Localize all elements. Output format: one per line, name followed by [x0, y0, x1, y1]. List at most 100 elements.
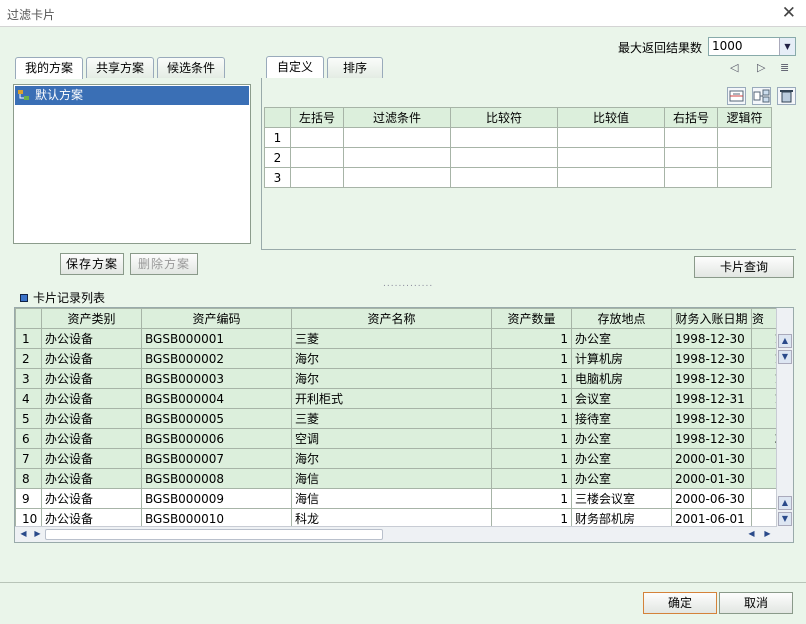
asset-category-cell[interactable]: 办公设备 [41, 388, 142, 409]
asset-quantity-cell[interactable]: 1 [491, 368, 572, 389]
tab-my-schemes[interactable]: 我的方案 [15, 57, 83, 79]
asset-code-cell[interactable]: BGSB000009 [141, 488, 292, 509]
entry-date-cell[interactable]: 2000-01-30 [671, 468, 752, 489]
condition-row[interactable]: 1 [264, 127, 772, 148]
asset-code-cell[interactable]: BGSB000006 [141, 428, 292, 449]
cell[interactable] [290, 127, 344, 148]
scroll-up-icon[interactable]: ▲ [778, 496, 792, 510]
column-header[interactable]: 资产数量 [491, 308, 572, 329]
column-header[interactable]: 资产名称 [291, 308, 492, 329]
records-grid[interactable]: 资产类别 资产编码 资产名称 资产数量 存放地点 财务入账日期 资 1 办公设备 B… [14, 307, 794, 543]
scroll-right-icon[interactable]: ▶ [761, 528, 774, 541]
condition-row[interactable]: 2 [264, 147, 772, 168]
column-header[interactable]: 比较值 [557, 107, 665, 128]
nav-prev-icon[interactable]: ◁ [730, 61, 738, 74]
asset-name-cell[interactable]: 海尔 [291, 368, 492, 389]
asset-code-cell[interactable]: BGSB000007 [141, 448, 292, 469]
cell[interactable] [450, 127, 558, 148]
scroll-up-icon[interactable]: ▲ [778, 334, 792, 348]
entry-date-cell[interactable]: 1998-12-30 [671, 368, 752, 389]
table-row[interactable]: 9 办公设备 BGSB000009 海信 1 三楼会议室 2000-06-30 [15, 488, 786, 509]
cell[interactable] [557, 147, 665, 168]
condition-row[interactable]: 3 [264, 167, 772, 188]
scroll-left-icon[interactable]: ◀ [17, 528, 30, 541]
column-header[interactable]: 存放地点 [571, 308, 672, 329]
entry-date-cell[interactable]: 2000-06-30 [671, 488, 752, 509]
close-icon[interactable]: ✕ [782, 3, 796, 23]
asset-name-cell[interactable]: 海信 [291, 488, 492, 509]
asset-code-cell[interactable]: BGSB000004 [141, 388, 292, 409]
cell[interactable] [664, 127, 718, 148]
scroll-left-icon[interactable]: ◀ [745, 528, 758, 541]
scheme-list[interactable]: 默认方案 [13, 84, 251, 244]
max-results-select[interactable]: 1000 ▼ [708, 37, 796, 56]
asset-name-cell[interactable]: 海尔 [291, 348, 492, 369]
entry-date-cell[interactable]: 1998-12-30 [671, 328, 752, 349]
nav-next-icon[interactable]: ▷ [757, 61, 765, 74]
location-cell[interactable]: 会议室 [571, 388, 672, 409]
asset-quantity-cell[interactable]: 1 [491, 348, 572, 369]
column-header[interactable]: 财务入账日期 [671, 308, 752, 329]
asset-category-cell[interactable]: 办公设备 [41, 488, 142, 509]
horizontal-scrollbar[interactable]: ◀ ▶ ◀ ▶ [15, 526, 777, 542]
asset-category-cell[interactable]: 办公设备 [41, 408, 142, 429]
vertical-scrollbar[interactable]: ▲ ▼ ▲ ▼ [776, 308, 793, 542]
table-row[interactable]: 4办公设备BGSB000004开利柜式1会议室1998-12-311 [15, 388, 786, 409]
tab-candidate-conditions[interactable]: 候选条件 [157, 57, 225, 78]
cell[interactable] [664, 167, 718, 188]
entry-date-cell[interactable]: 1998-12-30 [671, 348, 752, 369]
scroll-down-icon[interactable]: ▼ [778, 350, 792, 364]
records-table[interactable]: 资产类别 资产编码 资产名称 资产数量 存放地点 财务入账日期 资 1 办公设备 B… [15, 308, 786, 542]
asset-name-cell[interactable]: 海尔 [291, 448, 492, 469]
entry-date-cell[interactable]: 2000-01-30 [671, 448, 752, 469]
column-header[interactable]: 右括号 [664, 107, 718, 128]
asset-name-cell[interactable]: 海信 [291, 468, 492, 489]
asset-category-cell[interactable]: 办公设备 [41, 368, 142, 389]
asset-name-cell[interactable]: 三菱 [291, 408, 492, 429]
cell[interactable] [557, 127, 665, 148]
cell[interactable] [343, 167, 451, 188]
location-cell[interactable]: 办公室 [571, 448, 672, 469]
asset-category-cell[interactable]: 办公设备 [41, 348, 142, 369]
asset-quantity-cell[interactable]: 1 [491, 428, 572, 449]
asset-quantity-cell[interactable]: 1 [491, 328, 572, 349]
add-condition-icon[interactable] [752, 87, 771, 105]
cell[interactable] [717, 167, 772, 188]
asset-name-cell[interactable]: 空调 [291, 428, 492, 449]
cell[interactable] [290, 147, 344, 168]
cell[interactable] [343, 147, 451, 168]
column-header[interactable]: 左括号 [290, 107, 344, 128]
location-cell[interactable]: 办公室 [571, 328, 672, 349]
condition-table[interactable]: 左括号 过滤条件 比较符 比较值 右括号 逻辑符 1 2 3 [264, 107, 772, 188]
asset-category-cell[interactable]: 办公设备 [41, 428, 142, 449]
scroll-down-icon[interactable]: ▼ [778, 512, 792, 526]
location-cell[interactable]: 计算机房 [571, 348, 672, 369]
asset-code-cell[interactable]: BGSB000001 [141, 328, 292, 349]
asset-quantity-cell[interactable]: 1 [491, 388, 572, 409]
cell[interactable] [450, 167, 558, 188]
asset-quantity-cell[interactable]: 1 [491, 468, 572, 489]
location-cell[interactable]: 三楼会议室 [571, 488, 672, 509]
cell[interactable] [343, 127, 451, 148]
asset-category-cell[interactable]: 办公设备 [41, 468, 142, 489]
entry-date-cell[interactable]: 1998-12-31 [671, 388, 752, 409]
tab-custom[interactable]: 自定义 [266, 56, 324, 78]
ok-button[interactable]: 确定 [643, 592, 717, 614]
card-query-button[interactable]: 卡片查询 [694, 256, 794, 278]
delete-condition-icon[interactable] [777, 87, 796, 105]
column-header[interactable]: 比较符 [450, 107, 558, 128]
cell[interactable] [664, 147, 718, 168]
asset-quantity-cell[interactable]: 1 [491, 488, 572, 509]
splitter-handle[interactable]: ............. [383, 279, 432, 289]
scrollbar-thumb[interactable] [45, 529, 383, 540]
asset-quantity-cell[interactable]: 1 [491, 408, 572, 429]
table-row[interactable]: 1办公设备BGSB000001三菱1办公室1998-12-301 [15, 328, 786, 349]
cell[interactable] [450, 147, 558, 168]
tab-shared-schemes[interactable]: 共享方案 [86, 57, 154, 78]
cell[interactable] [717, 127, 772, 148]
save-scheme-button[interactable]: 保存方案 [60, 253, 124, 275]
location-cell[interactable]: 办公室 [571, 428, 672, 449]
table-row[interactable]: 5 办公设备 BGSB000005 三菱 1 接待室 1998-12-30 [15, 408, 786, 429]
entry-date-cell[interactable]: 1998-12-30 [671, 408, 752, 429]
asset-name-cell[interactable]: 三菱 [291, 328, 492, 349]
